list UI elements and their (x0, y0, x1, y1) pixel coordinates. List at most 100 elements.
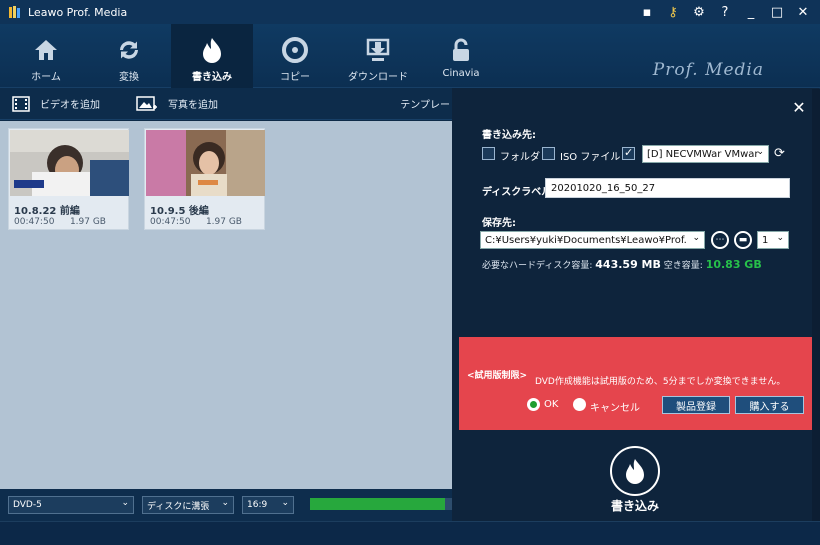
nav-label: Cinavia (442, 68, 480, 79)
film-icon (12, 95, 30, 112)
drive-select[interactable]: [D] NECVMWar VMwar ⌄ (642, 145, 769, 163)
cinavia-icon (453, 38, 469, 61)
free-space-label: 空き容量: (663, 261, 703, 271)
close-panel-icon[interactable]: ✕ (791, 100, 807, 116)
flame-icon (626, 459, 644, 484)
save-path-select[interactable]: C:¥Users¥yuki¥Documents¥Leawo¥Prof. Me ⌄ (480, 231, 705, 249)
add-photo-button[interactable]: 写真を追加 (124, 88, 230, 120)
disc-label-input[interactable]: 20201020_16_50_27 (545, 178, 790, 198)
cancel-radio[interactable] (573, 398, 586, 411)
nav-label: 変換 (119, 72, 139, 83)
chevron-down-icon: ⌄ (221, 498, 229, 508)
nav-label: 書き込み (192, 72, 232, 83)
copies-select[interactable]: 1 ⌄ (757, 231, 789, 249)
nav-convert[interactable]: 変換 (88, 24, 170, 88)
iso-label: ISO ファイル (560, 152, 621, 163)
cancel-label: キャンセル (590, 403, 640, 414)
folder-checkbox[interactable] (482, 147, 495, 160)
quality-select[interactable]: ディスクに溝張 ⌄ (142, 496, 234, 514)
nav-label: ホーム (31, 72, 61, 83)
maximize-icon[interactable]: □ (764, 0, 790, 24)
register-button[interactable]: 製品登録 (662, 396, 730, 414)
drive-checkbox[interactable] (622, 146, 635, 160)
chevron-down-icon: ⌄ (692, 233, 700, 243)
chevron-down-icon: ⌄ (776, 233, 784, 243)
brand-logo: Prof. Media (652, 60, 764, 80)
save-path-value: C:¥Users¥yuki¥Documents¥Leawo¥Prof. Me (485, 234, 690, 246)
nav-home[interactable]: ホーム (5, 24, 87, 88)
quality-value: ディスクに溝張 (147, 501, 210, 512)
save-label: 保存先: (482, 218, 516, 229)
buy-button[interactable]: 購入する (735, 396, 804, 414)
template-button[interactable]: テンプレート (388, 88, 460, 120)
app-title: Leawo Prof. Media (28, 5, 128, 19)
add-photo-label: 写真を追加 (168, 100, 218, 111)
disc-type-value: DVD-5 (13, 500, 42, 510)
nav-download[interactable]: ダウンロード (337, 24, 419, 88)
aspect-select[interactable]: 16:9 ⌄ (242, 496, 294, 514)
gear-icon[interactable]: ⚙ (686, 0, 712, 24)
help-icon[interactable]: ? (712, 0, 738, 24)
toolbar: ビデオを追加 写真を追加 テンプレート (0, 88, 460, 120)
required-space-value: 443.59 MB (595, 258, 661, 271)
chevron-down-icon: ⌄ (281, 498, 289, 508)
video-thumbnail (146, 130, 265, 196)
video-item[interactable]: 10.9.5 後編 00:47:50 1.97 GB (144, 128, 265, 230)
aspect-value: 16:9 (247, 500, 268, 510)
video-duration: 00:47:50 (150, 217, 191, 227)
message-icon[interactable]: ▪ (634, 0, 660, 24)
copy-icon (282, 37, 308, 63)
chevron-down-icon: ⌄ (756, 147, 764, 157)
nav-copy[interactable]: コピー (254, 24, 336, 88)
panel-scrollbar[interactable] (812, 89, 820, 521)
folder-label: フォルダ (500, 152, 540, 163)
video-list-area: 10.8.22 前編 00:47:50 1.97 GB 10.9.5 後編 00… (0, 121, 452, 489)
title-bar: Leawo Prof. Media ▪ ⚷ ⚙ ? _ □ ✕ (0, 0, 820, 24)
ok-radio[interactable] (527, 398, 540, 411)
app-logo-icon (9, 6, 20, 18)
free-space-value: 10.83 GB (705, 258, 762, 271)
trial-limit-dialog: <試用版制限> DVD作成機能は試用版のため、5分までしか変換できません。 OK… (459, 337, 812, 430)
video-thumbnail (10, 130, 129, 196)
disk-space-line: 必要なハードディスク容量: 443.59 MB 空き容量: 10.83 GB (482, 258, 762, 271)
nav-cinavia[interactable]: Cinavia (420, 24, 502, 88)
ok-label: OK (544, 399, 559, 410)
video-size: 1.97 GB (69, 217, 106, 227)
open-folder-button[interactable]: ▬ (734, 231, 752, 249)
iso-checkbox[interactable] (542, 147, 555, 160)
video-item[interactable]: 10.8.22 前編 00:47:50 1.97 GB (8, 128, 129, 230)
home-icon (35, 40, 57, 60)
close-window-icon[interactable]: ✕ (790, 0, 816, 24)
burn-label: 書き込み (610, 499, 659, 513)
video-size: 1.97 GB (205, 217, 242, 227)
convert-icon (120, 41, 138, 59)
trial-message: DVD作成機能は試用版のため、5分までしか変換できません。 (535, 377, 786, 387)
dest-label: 書き込み先: (482, 130, 536, 141)
disc-type-select[interactable]: DVD-5 ⌄ (8, 496, 134, 514)
browse-button[interactable]: ⋯ (711, 231, 729, 249)
photo-icon (136, 95, 157, 111)
main-nav: ホーム 変換 書き込み コピー ダウンロード Cinavia Prof. Med… (0, 24, 820, 88)
more-icon: ⋯ (715, 235, 725, 245)
copies-value: 1 (762, 234, 769, 246)
nav-burn[interactable]: 書き込み (171, 24, 253, 88)
nav-label: ダウンロード (348, 72, 408, 83)
download-icon (366, 38, 390, 61)
status-bar (0, 521, 820, 545)
burn-circle (610, 446, 660, 496)
burn-icon (203, 38, 221, 63)
disc-capacity-bar (310, 498, 452, 510)
trial-title: <試用版制限> (467, 371, 528, 381)
video-duration: 00:47:50 (14, 217, 55, 227)
video-title: 10.9.5 後編 (150, 206, 209, 217)
drive-value: [D] NECVMWar VMwar (647, 148, 759, 160)
add-video-button[interactable]: ビデオを追加 (0, 88, 112, 120)
video-title: 10.8.22 前編 (14, 206, 80, 217)
burn-button[interactable]: 書き込み (610, 446, 666, 514)
refresh-icon[interactable]: ⟳ (774, 146, 785, 161)
key-icon[interactable]: ⚷ (660, 0, 686, 24)
folder-icon: ▬ (738, 235, 748, 245)
required-space-label: 必要なハードディスク容量: (482, 261, 593, 271)
minimize-icon[interactable]: _ (738, 0, 764, 24)
nav-label: コピー (280, 72, 310, 83)
